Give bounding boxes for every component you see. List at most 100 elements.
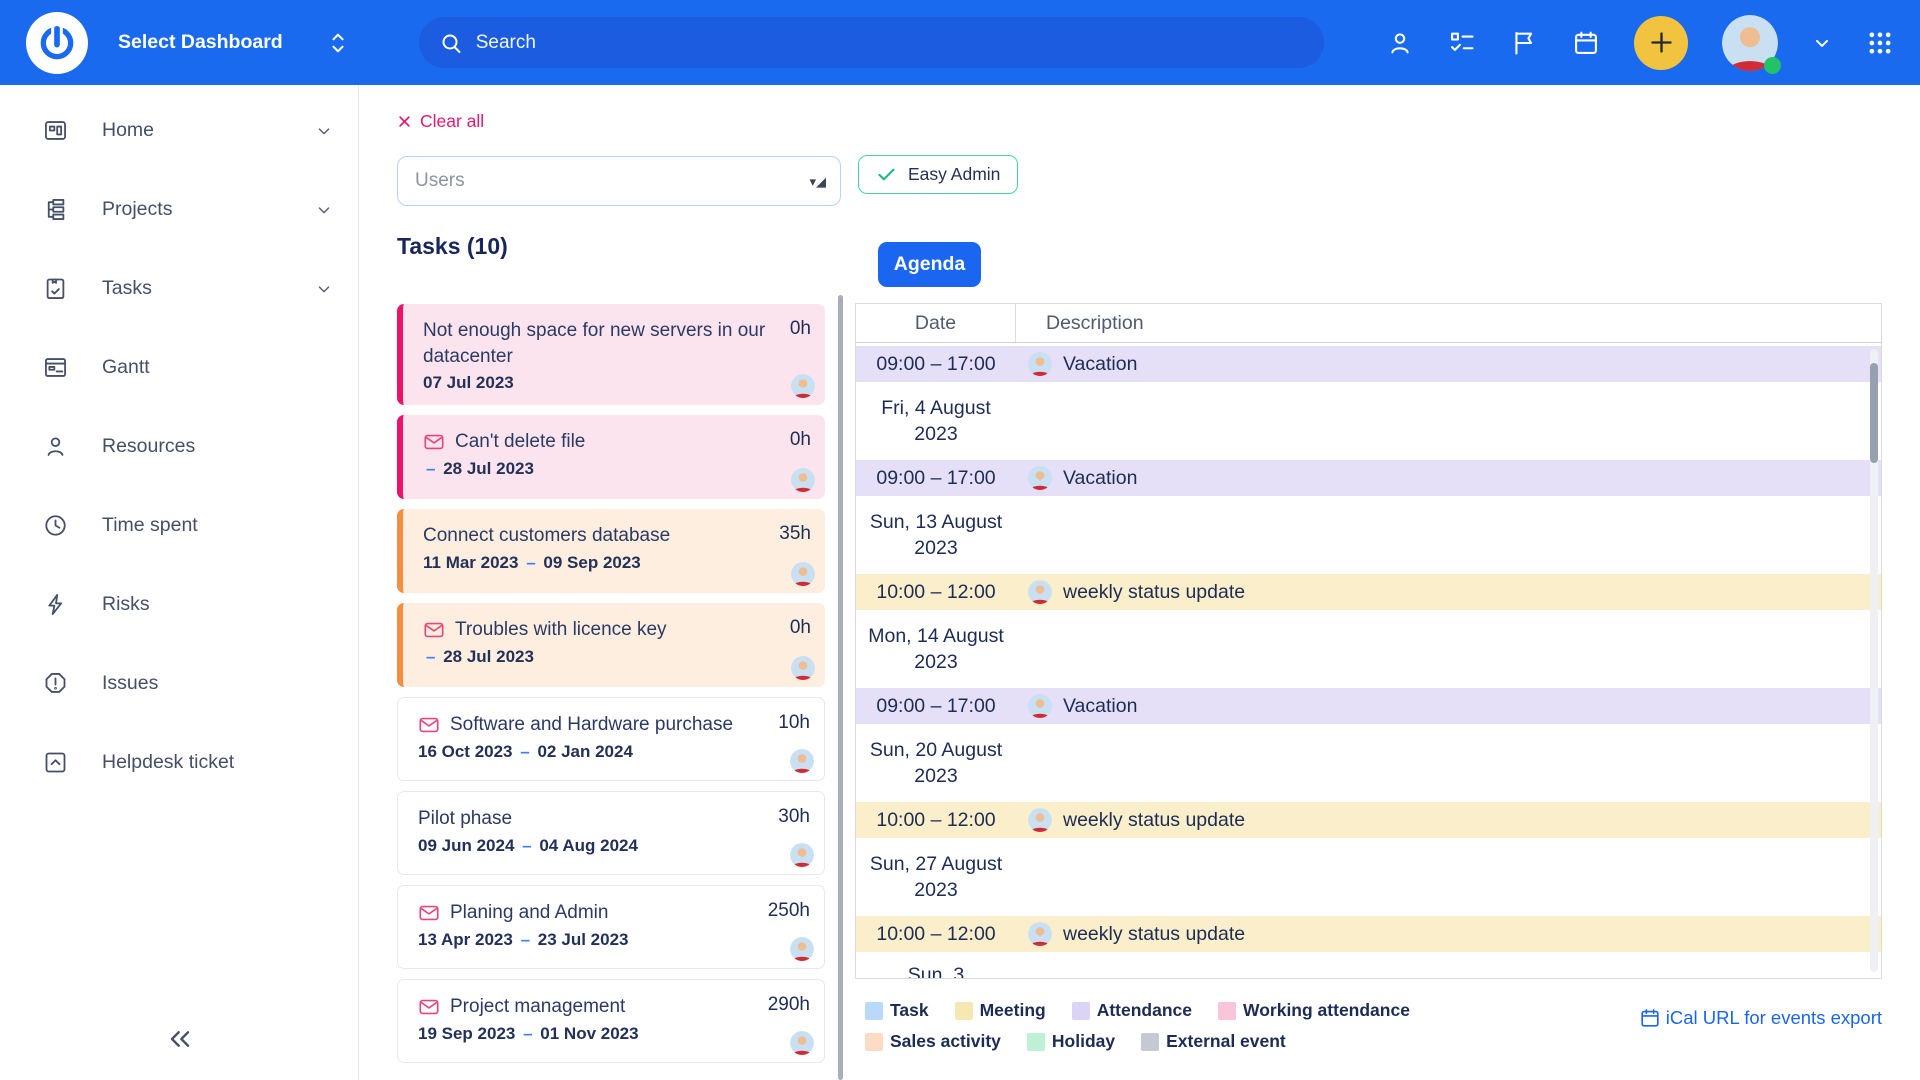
task-card[interactable]: Troubles with licence key– 28 Jul 20230h (397, 603, 825, 687)
clear-all-label: Clear all (420, 111, 484, 132)
select-caret-icon: ▾◢ (809, 175, 826, 188)
task-body: Can't delete file– 28 Jul 2023 (423, 429, 790, 487)
user-icon[interactable] (1386, 29, 1414, 57)
task-title: Project management (450, 994, 625, 1020)
assignee-avatar (1028, 694, 1052, 718)
agenda-date-column-header: Date (856, 304, 1016, 342)
date-range-dash: – (517, 742, 532, 761)
task-start-date: 11 Mar 2023 (423, 553, 518, 572)
sidebar-item-tasks[interactable]: Tasks (0, 249, 358, 328)
task-body: Connect customers database11 Mar 2023 – … (423, 523, 779, 581)
event-description: Vacation (1063, 695, 1137, 718)
legend-item-meeting: Meeting (955, 1000, 1046, 1021)
chevron-down-icon[interactable] (1812, 33, 1832, 53)
dashboard-selector-label: Select Dashboard (118, 31, 283, 54)
task-card[interactable]: Can't delete file– 28 Jul 20230h (397, 415, 825, 499)
task-list: Not enough space for new servers in our … (397, 304, 825, 1063)
sidebar-item-label: Issues (102, 672, 333, 695)
legend-color-swatch (955, 1002, 973, 1020)
sidebar-item-risks[interactable]: Risks (0, 565, 358, 644)
event-description: weekly status update (1063, 923, 1245, 946)
task-dates: 19 Sep 2023 – 01 Nov 2023 (418, 1024, 758, 1044)
app-logo[interactable] (26, 12, 88, 74)
tasks-scrollbar[interactable] (838, 295, 843, 1080)
calendar-export-icon (1639, 1007, 1661, 1029)
sidebar-item-time-spent[interactable]: Time spent (0, 486, 358, 565)
event-body: Vacation (1016, 466, 1137, 490)
mail-icon (423, 431, 445, 453)
assignee-avatar (790, 843, 814, 867)
agenda-event-row[interactable]: 10:00 – 12:00weekly status update (856, 802, 1881, 838)
easy-admin-toggle[interactable]: Easy Admin (858, 155, 1018, 194)
apps-grid-icon[interactable] (1866, 29, 1894, 57)
agenda-event-row[interactable]: 09:00 – 17:00Vacation (856, 346, 1881, 382)
legend-color-swatch (1218, 1002, 1236, 1020)
assignee-avatar (791, 656, 815, 680)
sidebar-item-gantt[interactable]: Gantt (0, 328, 358, 407)
checklist-icon[interactable] (1448, 29, 1476, 57)
task-card[interactable]: Not enough space for new servers in our … (397, 304, 825, 405)
time-spent-icon (42, 512, 69, 539)
agenda-event-row[interactable]: 09:00 – 17:00Vacation (856, 688, 1881, 724)
task-card[interactable]: Pilot phase09 Jun 2024 – 04 Aug 202430h (397, 791, 825, 875)
task-dates: 13 Apr 2023 – 23 Jul 2023 (418, 930, 758, 950)
legend-item-holiday: Holiday (1027, 1031, 1115, 1052)
agenda-date-label: Mon, 14 August 2023 (856, 615, 1016, 684)
task-title: Connect customers database (423, 523, 670, 549)
users-filter-select[interactable]: Users ▾◢ (397, 156, 841, 206)
add-button[interactable] (1634, 16, 1688, 70)
sidebar-collapse-button[interactable] (148, 1016, 212, 1062)
sidebar-item-label: Tasks (102, 277, 282, 300)
agenda-event-row[interactable]: 10:00 – 12:00weekly status update (856, 574, 1881, 610)
date-range-dash: – (523, 553, 538, 572)
agenda-scrollbar-track[interactable] (1870, 349, 1878, 972)
assignee-avatar (790, 749, 814, 773)
event-body: weekly status update (1016, 922, 1245, 946)
tasks-panel-title: Tasks (10) (397, 233, 508, 260)
sidebar-item-resources[interactable]: Resources (0, 407, 358, 486)
task-dates: – 28 Jul 2023 (423, 459, 780, 479)
sidebar-item-label: Resources (102, 435, 333, 458)
clear-all-filters-button[interactable]: Clear all (397, 111, 484, 132)
legend-label: Task (890, 1000, 929, 1021)
task-dates: – 28 Jul 2023 (423, 647, 780, 667)
task-start-date: 07 Jul 2023 (423, 373, 514, 392)
sidebar-item-helpdesk-ticket[interactable]: Helpdesk ticket (0, 723, 358, 802)
agenda-event-row[interactable]: 10:00 – 12:00weekly status update (856, 916, 1881, 952)
sidebar-item-label: Gantt (102, 356, 333, 379)
sidebar-item-issues[interactable]: Issues (0, 644, 358, 723)
assignee-avatar (1028, 580, 1052, 604)
agenda-scrollbar-thumb[interactable] (1870, 363, 1878, 463)
helpdesk-icon (42, 749, 69, 776)
assignee-avatar (1028, 352, 1052, 376)
date-range-dash: – (520, 1024, 535, 1043)
sidebar-item-projects[interactable]: Projects (0, 170, 358, 249)
sidebar-item-home[interactable]: Home (0, 91, 358, 170)
task-body: Not enough space for new servers in our … (423, 318, 790, 393)
legend-color-swatch (1027, 1033, 1045, 1051)
calendar-icon[interactable] (1572, 29, 1600, 57)
task-title: Planing and Admin (450, 900, 608, 926)
ical-export-link[interactable]: iCal URL for events export (1639, 1007, 1882, 1029)
user-avatar[interactable] (1722, 15, 1778, 71)
close-icon (397, 114, 412, 129)
chevron-up-down-icon (327, 30, 349, 56)
agenda-event-row[interactable]: 09:00 – 17:00Vacation (856, 460, 1881, 496)
agenda-button[interactable]: Agenda (878, 242, 981, 287)
task-card[interactable]: Connect customers database11 Mar 2023 – … (397, 509, 825, 593)
flag-icon[interactable] (1510, 29, 1538, 57)
search-input[interactable] (476, 32, 1304, 54)
task-card[interactable]: Project management 19 Sep 2023 – 01 Nov 2… (397, 979, 825, 1063)
topbar-actions (1386, 15, 1894, 71)
assignee-avatar (790, 937, 814, 961)
task-card[interactable]: Software and Hardware purchase16 Oct 202… (397, 697, 825, 781)
resources-icon (42, 433, 69, 460)
search-icon (439, 31, 463, 55)
users-filter-value: Users (415, 170, 465, 192)
task-due-date: 09 Sep 2023 (543, 553, 640, 572)
dashboard-selector[interactable]: Select Dashboard (118, 30, 349, 56)
task-start-date: 19 Sep 2023 (418, 1024, 515, 1043)
task-body: Pilot phase09 Jun 2024 – 04 Aug 2024 (418, 806, 778, 862)
task-card[interactable]: Planing and Admin 13 Apr 2023 – 23 Jul 20… (397, 885, 825, 969)
legend-item-attendance: Attendance (1072, 1000, 1192, 1021)
